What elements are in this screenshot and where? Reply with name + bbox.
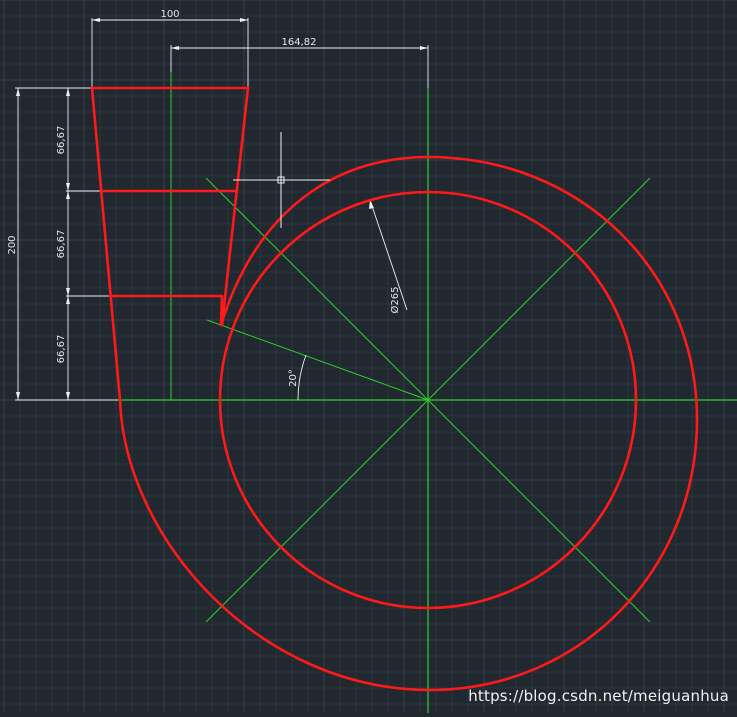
watermark-text: https://blog.csdn.net/meiguanhua — [468, 687, 729, 705]
cursor-crosshair — [233, 132, 330, 228]
dim-diameter: Ø265 — [389, 287, 401, 314]
dim-segment-bottom: 66,67 — [56, 335, 67, 364]
cad-drawing-canvas[interactable]: 100 164,82 200 66,67 66,67 66,67 Ø265 20… — [0, 0, 737, 713]
dimension-ticks — [16, 18, 428, 400]
dim-segment-top: 66,67 — [56, 126, 67, 155]
dim-top-width: 100 — [160, 9, 179, 20]
outer-volute-curve — [118, 155, 699, 692]
volute-geometry — [90, 86, 699, 692]
dimension-lines — [15, 18, 429, 401]
dim-center-offset: 164,82 — [282, 37, 317, 48]
volute-drawing[interactable]: 100 164,82 200 66,67 66,67 66,67 Ø265 20… — [0, 0, 737, 713]
dim-angle: 20° — [288, 369, 299, 387]
dim-total-height: 200 — [7, 235, 18, 254]
dim-segment-mid: 66,67 — [56, 230, 67, 259]
angle-ray — [206, 319, 429, 401]
